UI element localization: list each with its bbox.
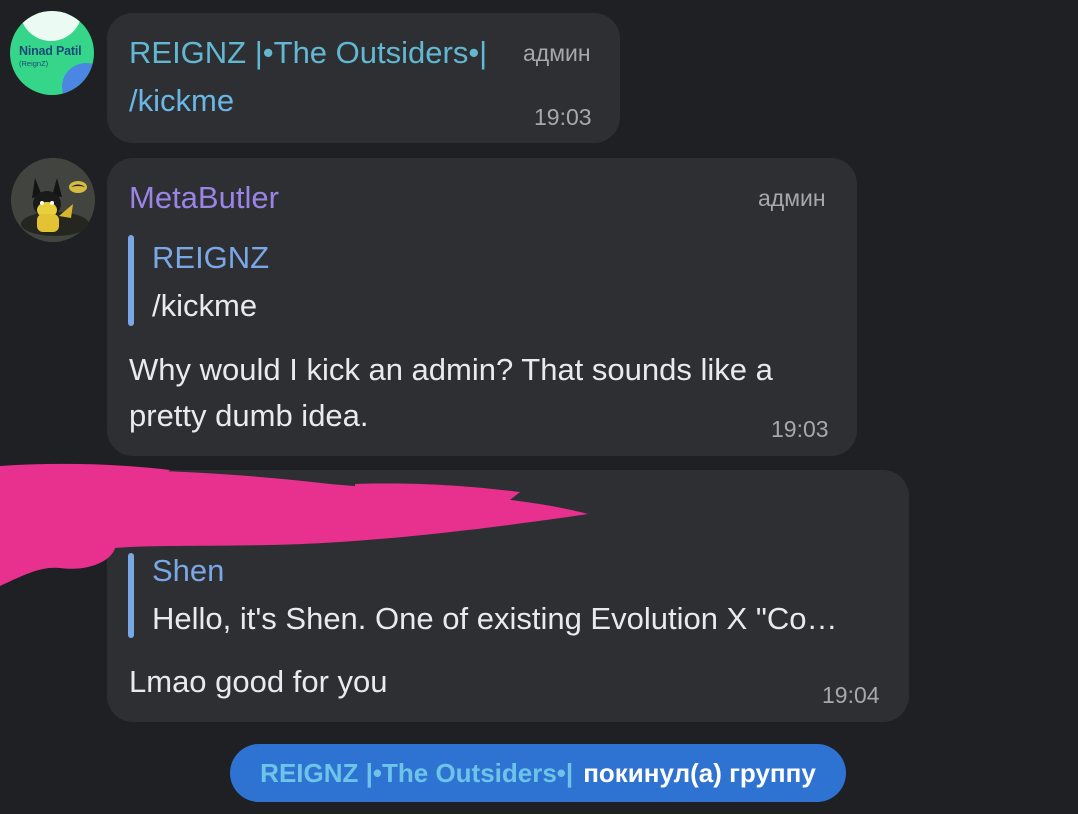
admin-badge: админ <box>523 40 591 66</box>
chat-view: Ninad Patil (ReignZ) REIGNZ |•The Outsid… <box>0 0 1078 814</box>
redaction-scribble <box>0 463 588 586</box>
reply-text[interactable]: Hello, it's Shen. One of existing Evolut… <box>152 601 837 637</box>
avatar[interactable] <box>11 158 95 242</box>
sender-name[interactable]: REIGNZ |•The Outsiders•| <box>129 35 487 71</box>
admin-badge: админ <box>758 185 826 211</box>
message-bubble[interactable]: MetaButler админ REIGNZ /kickme Why woul… <box>107 158 857 456</box>
message-text-line: pretty dumb idea. <box>129 398 369 433</box>
reply-text[interactable]: /kickme <box>152 288 257 324</box>
avatar[interactable]: Ninad Patil (ReignZ) <box>10 11 94 95</box>
message-time: 19:04 <box>822 682 880 708</box>
message-text: Lmao good for you <box>129 664 388 699</box>
message-text-line: Why would I kick an admin? That sounds l… <box>129 352 773 387</box>
service-action-text: покинул(а) группу <box>583 757 816 788</box>
reply-quote-bar <box>128 235 134 326</box>
message-time: 19:03 <box>534 104 592 130</box>
service-message[interactable]: REIGNZ |•The Outsiders•| покинул(а) груп… <box>230 744 846 802</box>
sender-name[interactable]: MetaButler <box>129 180 279 216</box>
service-user-name[interactable]: REIGNZ |•The Outsiders•| <box>260 758 573 789</box>
message-bubble[interactable]: REIGNZ |•The Outsiders•| админ /kickme 1… <box>107 13 620 143</box>
bot-command-link[interactable]: /kickme <box>129 83 234 119</box>
avatar-label: Ninad Patil <box>19 44 82 58</box>
message-time: 19:03 <box>771 416 829 442</box>
avatar-sublabel: (ReignZ) <box>19 59 49 68</box>
reply-sender-name[interactable]: REIGNZ <box>152 240 269 276</box>
batman-pikachu-icon <box>11 158 95 242</box>
